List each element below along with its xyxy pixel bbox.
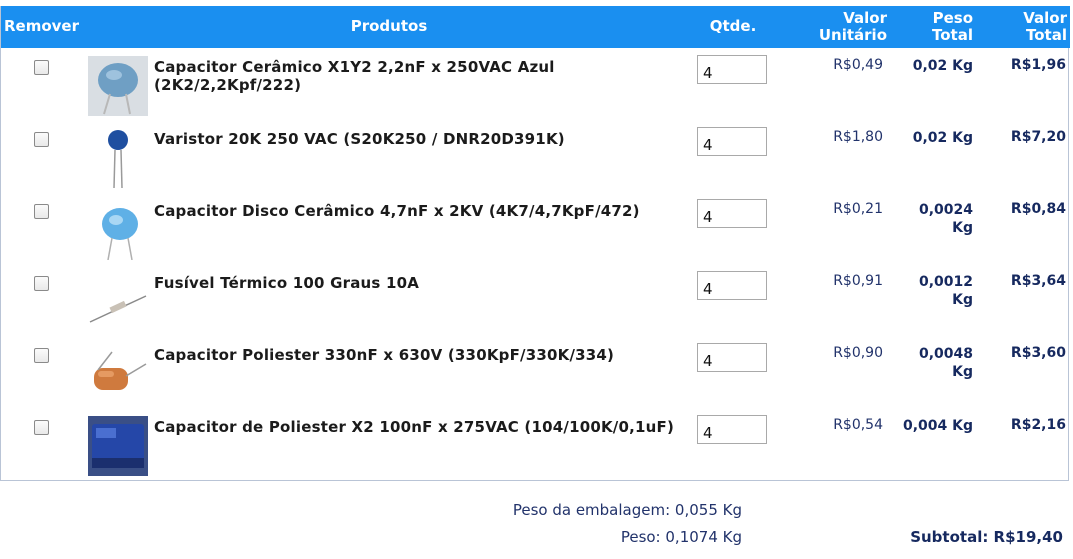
header-remove: Remover xyxy=(4,17,80,35)
quantity-input[interactable] xyxy=(697,199,767,228)
quantity-input[interactable] xyxy=(697,55,767,84)
unit-price: R$1,80 xyxy=(833,129,883,145)
cart-table: Remover Produtos Qtde. Valor Unitário Pe… xyxy=(0,6,1070,482)
header-products: Produtos xyxy=(350,17,428,35)
product-thumbnail-thermal-fuse xyxy=(88,272,148,332)
quantity-input[interactable] xyxy=(697,415,767,444)
remove-checkbox[interactable] xyxy=(34,276,49,291)
quantity-input[interactable] xyxy=(697,343,767,372)
product-thumbnail-x2-capacitor xyxy=(88,416,148,476)
total-weight: 0,0024 Kg xyxy=(891,201,973,237)
unit-price: R$0,49 xyxy=(833,57,883,73)
total-weight-value: 0,0024 xyxy=(918,202,973,218)
remove-checkbox[interactable] xyxy=(34,132,49,147)
product-thumbnail-polyester-capacitor xyxy=(88,344,148,404)
total-price: R$0,84 xyxy=(1010,201,1066,217)
product-thumbnail-varistor xyxy=(88,128,148,188)
quantity-input[interactable] xyxy=(697,271,767,300)
table-header: Remover Produtos Qtde. Valor Unitário Pe… xyxy=(1,6,1070,48)
quantity-input[interactable] xyxy=(697,127,767,156)
total-price: R$7,20 xyxy=(1010,129,1066,145)
table-row: Capacitor Disco Cerâmico 4,7nF x 2KV (4K… xyxy=(1,194,1070,266)
product-name[interactable]: Capacitor Poliester 330nF x 630V (330KpF… xyxy=(154,346,684,364)
total-weight-value: 0,0012 xyxy=(918,274,973,290)
header-unit-value: Valor Unitário xyxy=(807,10,887,44)
table-row: Capacitor Cerâmico X1Y2 2,2nF x 250VAC A… xyxy=(1,50,1070,122)
header-unit-value-line1: Valor xyxy=(843,9,887,27)
product-name[interactable]: Capacitor Disco Cerâmico 4,7nF x 2KV (4K… xyxy=(154,202,684,220)
total-weight: 0,02 Kg xyxy=(912,58,973,74)
total-price: R$3,60 xyxy=(1010,345,1066,361)
total-weight-value: 0,0048 xyxy=(918,346,973,362)
total-weight-unit: Kg xyxy=(952,364,973,380)
total-weight-unit: Kg xyxy=(952,220,973,236)
total-price: R$2,16 xyxy=(1010,417,1066,433)
product-thumbnail-disc-capacitor xyxy=(88,200,148,260)
header-total-value: Valor Total xyxy=(991,10,1067,44)
header-total-weight-line2: Total xyxy=(932,26,973,44)
subtotal: Subtotal: R$19,40 xyxy=(910,528,1063,546)
package-weight: Peso da embalagem: 0,055 Kg xyxy=(512,501,742,519)
total-price: R$1,96 xyxy=(1010,57,1066,73)
table-row: Varistor 20K 250 VAC (S20K250 / DNR20D39… xyxy=(1,122,1070,194)
remove-checkbox[interactable] xyxy=(34,60,49,75)
header-total-weight: Peso Total xyxy=(897,10,973,44)
remove-checkbox[interactable] xyxy=(34,348,49,363)
header-qty: Qtde. xyxy=(709,17,757,35)
unit-price: R$0,91 xyxy=(833,273,883,289)
total-weight-unit: Kg xyxy=(952,292,973,308)
remove-checkbox[interactable] xyxy=(34,420,49,435)
product-name[interactable]: Capacitor Cerâmico X1Y2 2,2nF x 250VAC A… xyxy=(154,58,684,94)
product-name[interactable]: Varistor 20K 250 VAC (S20K250 / DNR20D39… xyxy=(154,130,684,148)
total-price: R$3,64 xyxy=(1010,273,1066,289)
order-weight: Peso: 0,1074 Kg xyxy=(620,528,742,546)
table-row: Fusível Térmico 100 Graus 10A R$0,91 0,0… xyxy=(1,266,1070,338)
header-total-value-line2: Total xyxy=(1026,26,1067,44)
unit-price: R$0,54 xyxy=(833,417,883,433)
header-total-weight-line1: Peso xyxy=(932,9,973,27)
total-weight: 0,0048 Kg xyxy=(891,345,973,381)
total-weight: 0,0012 Kg xyxy=(891,273,973,309)
total-weight: 0,004 Kg xyxy=(902,418,973,434)
remove-checkbox[interactable] xyxy=(34,204,49,219)
product-name[interactable]: Fusível Térmico 100 Graus 10A xyxy=(154,274,684,292)
unit-price: R$0,21 xyxy=(833,201,883,217)
table-row: Capacitor Poliester 330nF x 630V (330KpF… xyxy=(1,338,1070,410)
unit-price: R$0,90 xyxy=(833,345,883,361)
product-name[interactable]: Capacitor de Poliester X2 100nF x 275VAC… xyxy=(154,418,684,436)
product-thumbnail-ceramic-capacitor xyxy=(88,56,148,116)
total-weight: 0,02 Kg xyxy=(912,130,973,146)
header-unit-value-line2: Unitário xyxy=(818,26,887,44)
table-row: Capacitor de Poliester X2 100nF x 275VAC… xyxy=(1,410,1070,482)
header-total-value-line1: Valor xyxy=(1023,9,1067,27)
